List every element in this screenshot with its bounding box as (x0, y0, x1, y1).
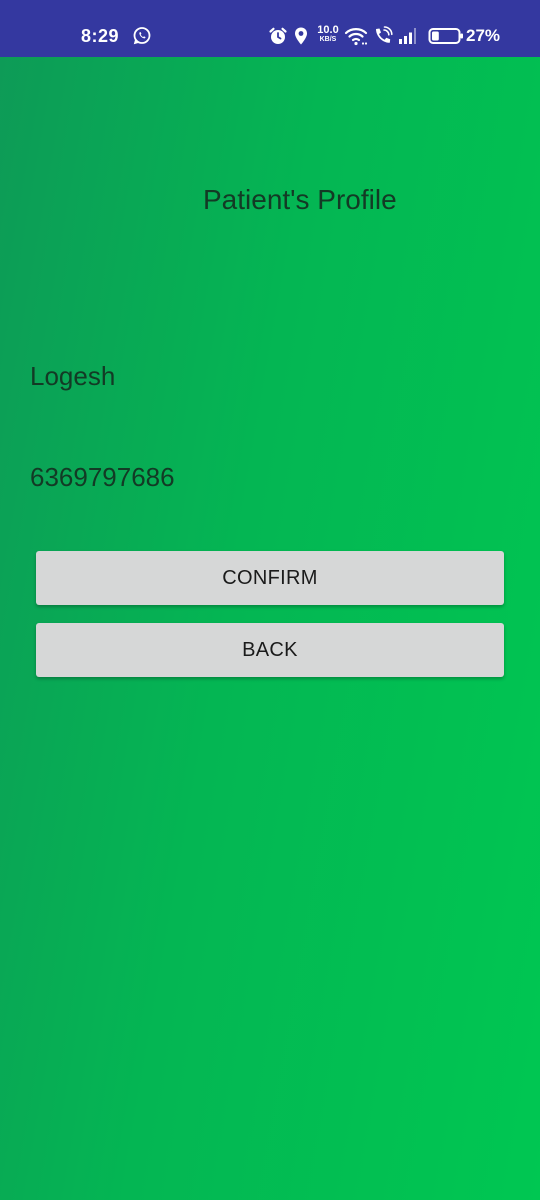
title-row: Patient's Profile (0, 182, 540, 222)
back-button[interactable]: BACK (36, 623, 504, 677)
confirm-button[interactable]: CONFIRM (36, 551, 504, 605)
patient-name: Logesh (30, 361, 116, 391)
signal-icon (399, 28, 416, 44)
network-speed-value: 10.0 (317, 24, 339, 36)
whatsapp-icon (133, 27, 151, 45)
status-bar: 8:29 10.0 KB/S 27% (0, 0, 540, 57)
battery-percent: 27% (466, 26, 501, 45)
patient-phone: 6369797686 (30, 462, 175, 492)
status-time: 8:29 (81, 26, 120, 46)
wifi-calling-icon (376, 26, 393, 43)
battery-icon (428, 28, 463, 44)
page-title: Patient's Profile (203, 184, 397, 215)
alarm-icon (269, 27, 287, 44)
wifi-icon (344, 28, 368, 46)
location-icon (295, 27, 307, 45)
network-speed-unit: KB/S (319, 36, 337, 43)
network-speed: 10.0 KB/S (315, 24, 341, 44)
